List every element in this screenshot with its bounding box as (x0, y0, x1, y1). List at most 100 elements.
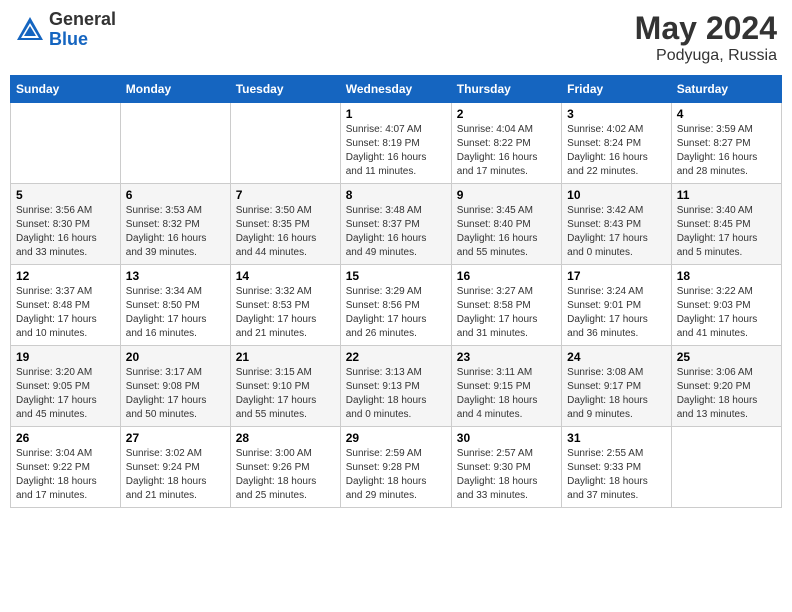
logo-text: General Blue (49, 10, 116, 50)
day-header-thursday: Thursday (451, 76, 561, 103)
calendar-cell: 5 Sunrise: 3:56 AM Sunset: 8:30 PM Daylig… (11, 184, 121, 265)
calendar-cell: 1Sunrise: 4:07 AM Sunset: 8:19 PM Daylig… (340, 103, 451, 184)
logo-blue-text: Blue (49, 30, 116, 50)
week-row-5: 26Sunrise: 3:04 AM Sunset: 9:22 PM Dayli… (11, 427, 782, 508)
calendar-cell: 21 Sunrise: 3:15 AM Sunset: 9:10 PM Dayli… (230, 346, 340, 427)
calendar-cell: 14 Sunrise: 3:32 AM Sunset: 8:53 PM Dayli… (230, 265, 340, 346)
day-number: 27 (126, 431, 225, 445)
logo-icon (15, 15, 45, 45)
calendar-cell: 18 Sunrise: 3:22 AM Sunset: 9:03 PM Dayli… (671, 265, 781, 346)
day-number: 26 (16, 431, 115, 445)
calendar-cell (671, 427, 781, 508)
day-number: 23 (457, 350, 556, 364)
day-number: 1 (346, 107, 446, 121)
calendar-cell: 25 Sunrise: 3:06 AM Sunset: 9:20 PM Dayli… (671, 346, 781, 427)
logo-general-text: General (49, 10, 116, 30)
calendar-cell: 31 Sunrise: 2:55 AM Sunset: 9:33 PM Dayli… (562, 427, 672, 508)
calendar-cell: 15Sunrise: 3:29 AM Sunset: 8:56 PM Dayli… (340, 265, 451, 346)
calendar-cell: 26Sunrise: 3:04 AM Sunset: 9:22 PM Dayli… (11, 427, 121, 508)
day-number: 10 (567, 188, 666, 202)
header-row: SundayMondayTuesdayWednesdayThursdayFrid… (11, 76, 782, 103)
calendar-cell: 3 Sunrise: 4:02 AM Sunset: 8:24 PM Daylig… (562, 103, 672, 184)
title-block: May 2024 Podyuga, Russia (635, 10, 777, 65)
week-row-4: 19 Sunrise: 3:20 AM Sunset: 9:05 PM Dayli… (11, 346, 782, 427)
day-header-sunday: Sunday (11, 76, 121, 103)
day-info: Sunrise: 3:06 AM Sunset: 9:20 PM Dayligh… (677, 366, 776, 422)
day-info: Sunrise: 2:55 AM Sunset: 9:33 PM Dayligh… (567, 447, 666, 503)
day-info: Sunrise: 3:42 AM Sunset: 8:43 PM Dayligh… (567, 204, 666, 260)
day-header-tuesday: Tuesday (230, 76, 340, 103)
day-info: Sunrise: 3:08 AM Sunset: 9:17 PM Dayligh… (567, 366, 666, 422)
day-number: 29 (346, 431, 446, 445)
day-info: Sunrise: 3:11 AM Sunset: 9:15 PM Dayligh… (457, 366, 556, 422)
day-info: Sunrise: 3:56 AM Sunset: 8:30 PM Dayligh… (16, 204, 115, 260)
calendar-cell: 28 Sunrise: 3:00 AM Sunset: 9:26 PM Dayli… (230, 427, 340, 508)
calendar-cell: 29 Sunrise: 2:59 AM Sunset: 9:28 PM Dayli… (340, 427, 451, 508)
day-info: Sunrise: 3:50 AM Sunset: 8:35 PM Dayligh… (236, 204, 335, 260)
day-number: 5 (16, 188, 115, 202)
week-row-1: 1Sunrise: 4:07 AM Sunset: 8:19 PM Daylig… (11, 103, 782, 184)
day-number: 22 (346, 350, 446, 364)
day-number: 8 (346, 188, 446, 202)
calendar-cell: 11Sunrise: 3:40 AM Sunset: 8:45 PM Dayli… (671, 184, 781, 265)
day-number: 13 (126, 269, 225, 283)
day-info: Sunrise: 3:15 AM Sunset: 9:10 PM Dayligh… (236, 366, 335, 422)
day-number: 19 (16, 350, 115, 364)
day-info: Sunrise: 3:20 AM Sunset: 9:05 PM Dayligh… (16, 366, 115, 422)
day-number: 17 (567, 269, 666, 283)
day-number: 30 (457, 431, 556, 445)
calendar-body: 1Sunrise: 4:07 AM Sunset: 8:19 PM Daylig… (11, 103, 782, 508)
day-info: Sunrise: 3:59 AM Sunset: 8:27 PM Dayligh… (677, 123, 776, 179)
calendar-table: SundayMondayTuesdayWednesdayThursdayFrid… (10, 75, 782, 508)
day-info: Sunrise: 2:59 AM Sunset: 9:28 PM Dayligh… (346, 447, 446, 503)
calendar-cell: 9Sunrise: 3:45 AM Sunset: 8:40 PM Daylig… (451, 184, 561, 265)
day-info: Sunrise: 3:22 AM Sunset: 9:03 PM Dayligh… (677, 285, 776, 341)
day-info: Sunrise: 3:27 AM Sunset: 8:58 PM Dayligh… (457, 285, 556, 341)
calendar-cell (120, 103, 230, 184)
calendar-cell (11, 103, 121, 184)
day-number: 4 (677, 107, 776, 121)
day-number: 11 (677, 188, 776, 202)
day-number: 3 (567, 107, 666, 121)
day-info: Sunrise: 3:17 AM Sunset: 9:08 PM Dayligh… (126, 366, 225, 422)
day-number: 28 (236, 431, 335, 445)
day-info: Sunrise: 2:57 AM Sunset: 9:30 PM Dayligh… (457, 447, 556, 503)
day-number: 25 (677, 350, 776, 364)
day-number: 9 (457, 188, 556, 202)
calendar-cell: 2Sunrise: 4:04 AM Sunset: 8:22 PM Daylig… (451, 103, 561, 184)
day-number: 15 (346, 269, 446, 283)
day-number: 14 (236, 269, 335, 283)
day-info: Sunrise: 3:34 AM Sunset: 8:50 PM Dayligh… (126, 285, 225, 341)
day-info: Sunrise: 3:37 AM Sunset: 8:48 PM Dayligh… (16, 285, 115, 341)
day-number: 31 (567, 431, 666, 445)
month-title: May 2024 (635, 10, 777, 47)
calendar-cell: 8Sunrise: 3:48 AM Sunset: 8:37 PM Daylig… (340, 184, 451, 265)
calendar-cell: 10 Sunrise: 3:42 AM Sunset: 8:43 PM Dayli… (562, 184, 672, 265)
day-info: Sunrise: 3:32 AM Sunset: 8:53 PM Dayligh… (236, 285, 335, 341)
day-number: 21 (236, 350, 335, 364)
calendar-cell: 23 Sunrise: 3:11 AM Sunset: 9:15 PM Dayli… (451, 346, 561, 427)
day-info: Sunrise: 3:24 AM Sunset: 9:01 PM Dayligh… (567, 285, 666, 341)
day-number: 7 (236, 188, 335, 202)
calendar-cell: 22 Sunrise: 3:13 AM Sunset: 9:13 PM Dayli… (340, 346, 451, 427)
day-info: Sunrise: 4:04 AM Sunset: 8:22 PM Dayligh… (457, 123, 556, 179)
day-number: 24 (567, 350, 666, 364)
day-info: Sunrise: 3:02 AM Sunset: 9:24 PM Dayligh… (126, 447, 225, 503)
logo: General Blue (15, 10, 116, 50)
day-number: 16 (457, 269, 556, 283)
day-number: 20 (126, 350, 225, 364)
calendar-cell: 13 Sunrise: 3:34 AM Sunset: 8:50 PM Dayli… (120, 265, 230, 346)
day-info: Sunrise: 3:00 AM Sunset: 9:26 PM Dayligh… (236, 447, 335, 503)
week-row-3: 12Sunrise: 3:37 AM Sunset: 8:48 PM Dayli… (11, 265, 782, 346)
day-info: Sunrise: 3:53 AM Sunset: 8:32 PM Dayligh… (126, 204, 225, 260)
calendar-cell: 7 Sunrise: 3:50 AM Sunset: 8:35 PM Daylig… (230, 184, 340, 265)
calendar-cell: 20 Sunrise: 3:17 AM Sunset: 9:08 PM Dayli… (120, 346, 230, 427)
calendar-cell: 4 Sunrise: 3:59 AM Sunset: 8:27 PM Daylig… (671, 103, 781, 184)
day-number: 18 (677, 269, 776, 283)
day-info: Sunrise: 3:13 AM Sunset: 9:13 PM Dayligh… (346, 366, 446, 422)
day-header-monday: Monday (120, 76, 230, 103)
calendar-cell: 30 Sunrise: 2:57 AM Sunset: 9:30 PM Dayli… (451, 427, 561, 508)
calendar-cell: 19 Sunrise: 3:20 AM Sunset: 9:05 PM Dayli… (11, 346, 121, 427)
day-info: Sunrise: 4:02 AM Sunset: 8:24 PM Dayligh… (567, 123, 666, 179)
calendar-cell: 12Sunrise: 3:37 AM Sunset: 8:48 PM Dayli… (11, 265, 121, 346)
